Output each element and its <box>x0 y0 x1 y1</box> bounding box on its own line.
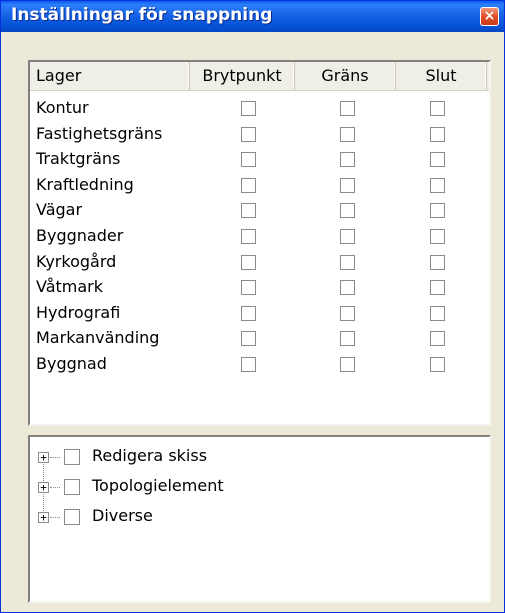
table-header: Lager Brytpunkt Gräns Slut <box>30 62 489 91</box>
tree-connector <box>50 487 60 489</box>
table-row: Våtmark <box>30 275 489 301</box>
table-row: Kyrkogård <box>30 250 489 276</box>
tree-item: + Topologielement <box>30 475 489 505</box>
layer-name: Markanvänding <box>36 328 160 348</box>
expand-plus-icon[interactable]: + <box>38 482 49 493</box>
window-title: Inställningar för snappning <box>11 5 273 25</box>
vertex-snap-checkbox[interactable] <box>241 280 256 296</box>
edge-snap-checkbox[interactable] <box>340 203 355 219</box>
layer-name: Byggnader <box>36 226 124 245</box>
vertex-snap-checkbox[interactable] <box>241 152 256 168</box>
vertex-snap-checkbox[interactable] <box>241 203 256 219</box>
expand-plus-icon[interactable]: + <box>38 452 49 463</box>
end-snap-checkbox[interactable] <box>430 357 445 372</box>
vertex-snap-checkbox[interactable] <box>241 229 256 244</box>
snapping-tree: + Redigera skiss + Topologielement + Diverse <box>28 435 491 603</box>
edge-snap-checkbox[interactable] <box>340 280 355 296</box>
end-snap-checkbox[interactable] <box>430 177 445 193</box>
edge-snap-checkbox[interactable] <box>340 152 355 168</box>
vertex-snap-checkbox[interactable] <box>241 126 256 142</box>
table-row: Fastighetsgräns <box>30 122 489 148</box>
vertex-snap-checkbox[interactable] <box>241 305 256 321</box>
tree-item-label: Topologielement <box>92 476 224 495</box>
column-header-layer[interactable]: Lager <box>30 62 190 90</box>
table-row: Byggnader <box>30 224 489 250</box>
tree-item-label: Redigera skiss <box>92 446 208 465</box>
edge-snap-checkbox[interactable] <box>340 254 355 270</box>
column-header-vertex[interactable]: Brytpunkt <box>190 62 295 90</box>
table-row: Markanvänding <box>30 326 489 352</box>
layer-snapping-table: Lager Brytpunkt Gräns Slut Kontur Fastigh… <box>28 60 491 426</box>
tree-item-checkbox[interactable] <box>64 509 80 525</box>
vertex-snap-checkbox[interactable] <box>241 331 256 347</box>
vertex-snap-checkbox[interactable] <box>241 357 256 372</box>
table-row: Kraftledning <box>30 173 489 199</box>
table-row: Traktgräns <box>30 147 489 173</box>
table-row: Hydrografi <box>30 301 489 327</box>
tree-item-checkbox[interactable] <box>64 449 80 465</box>
end-snap-checkbox[interactable] <box>430 152 445 168</box>
edge-snap-checkbox[interactable] <box>340 229 355 244</box>
end-snap-checkbox[interactable] <box>430 203 445 219</box>
close-button[interactable]: × <box>480 7 499 26</box>
end-snap-checkbox[interactable] <box>430 305 445 321</box>
end-snap-checkbox[interactable] <box>430 101 445 116</box>
end-snap-checkbox[interactable] <box>430 331 445 347</box>
tree-connector <box>50 457 60 459</box>
table-row: Vägar <box>30 198 489 224</box>
edge-snap-checkbox[interactable] <box>340 331 355 347</box>
snapping-settings-window: Inställningar för snappning × Lager Bryt… <box>0 0 505 613</box>
vertex-snap-checkbox[interactable] <box>241 101 256 116</box>
table-row: Byggnad <box>30 352 489 378</box>
layer-name: Byggnad <box>36 354 107 373</box>
tree-item: + Redigera skiss <box>30 445 489 475</box>
end-snap-checkbox[interactable] <box>430 254 445 270</box>
end-snap-checkbox[interactable] <box>430 126 445 142</box>
expand-plus-icon[interactable]: + <box>38 512 49 523</box>
layer-name: Kraftledning <box>36 174 134 194</box>
table-row: Kontur <box>30 96 489 122</box>
vertex-snap-checkbox[interactable] <box>241 254 256 270</box>
edge-snap-checkbox[interactable] <box>340 357 355 372</box>
edge-snap-checkbox[interactable] <box>340 126 355 142</box>
layer-name: Hydrografi <box>36 302 121 322</box>
edge-snap-checkbox[interactable] <box>340 177 355 193</box>
layer-name: Våtmark <box>36 277 104 297</box>
layer-name: Kontur <box>36 98 89 117</box>
tree-connector <box>50 517 60 519</box>
end-snap-checkbox[interactable] <box>430 280 445 296</box>
layer-name: Vägar <box>36 200 83 220</box>
tree-item-checkbox[interactable] <box>64 479 80 495</box>
end-snap-checkbox[interactable] <box>430 229 445 244</box>
layer-name: Fastighetsgräns <box>36 123 163 143</box>
title-bar[interactable]: Inställningar för snappning × <box>1 1 504 32</box>
column-header-end[interactable]: Slut <box>396 62 487 90</box>
tree-item-label: Diverse <box>92 506 153 525</box>
layer-name: Traktgräns <box>36 149 121 169</box>
tree-item: + Diverse <box>30 505 489 535</box>
column-header-edge[interactable]: Gräns <box>295 62 396 90</box>
edge-snap-checkbox[interactable] <box>340 305 355 321</box>
edge-snap-checkbox[interactable] <box>340 101 355 116</box>
layer-name: Kyrkogård <box>36 251 117 271</box>
vertex-snap-checkbox[interactable] <box>241 177 256 193</box>
